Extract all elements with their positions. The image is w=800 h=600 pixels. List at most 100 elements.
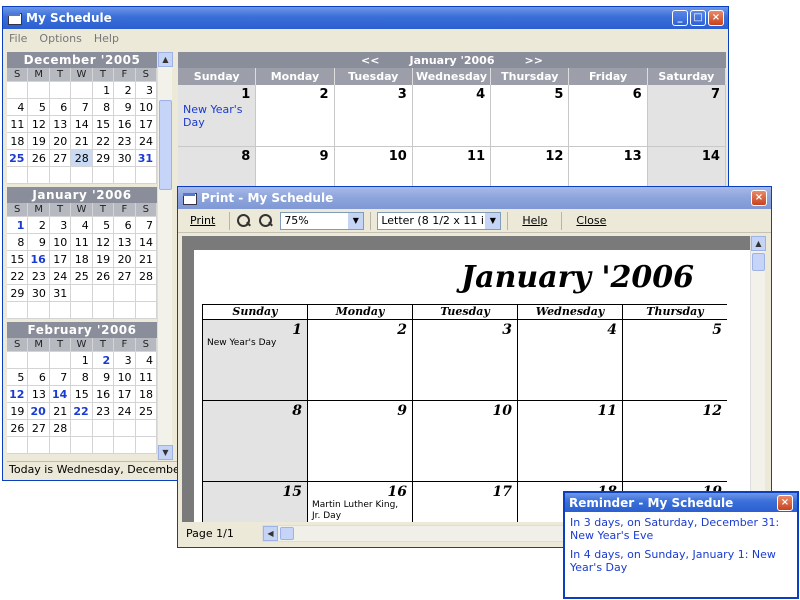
mini-day-cell[interactable]: 13 — [114, 234, 136, 251]
mini-day-cell[interactable]: 2 — [28, 217, 50, 234]
mini-day-cell[interactable]: 16 — [92, 386, 115, 403]
mini-day-cell[interactable]: 29 — [7, 285, 29, 302]
mini-day-cell[interactable]: 31 — [49, 285, 72, 302]
mini-day-cell[interactable]: 5 — [7, 369, 29, 386]
mini-day-cell[interactable]: 14 — [135, 234, 157, 251]
mini-day-cell[interactable]: 6 — [49, 99, 72, 116]
day-cell[interactable]: 2 — [256, 85, 335, 147]
mini-day-cell[interactable]: 5 — [92, 217, 115, 234]
mini-day-cell[interactable]: 23 — [114, 133, 136, 150]
preview-vscroll[interactable]: ▲ ▼ — [750, 236, 766, 522]
day-cell[interactable]: 3 — [334, 85, 413, 147]
zoom-out-icon[interactable] — [236, 213, 252, 229]
minimize-button[interactable]: _ — [672, 10, 688, 26]
mini-day-cell[interactable]: 27 — [49, 150, 72, 167]
day-cell[interactable]: 7 — [647, 85, 726, 147]
mini-day-cell[interactable]: 6 — [114, 217, 136, 234]
mini-day-cell[interactable]: 25 — [71, 268, 93, 285]
mini-day-cell[interactable]: 7 — [49, 369, 72, 386]
mini-day-cell[interactable]: 20 — [114, 251, 136, 268]
paper-select[interactable]: Letter (8 1/2 x 11 in) ▼ — [377, 211, 502, 230]
mini-day-cell[interactable]: 7 — [135, 217, 157, 234]
mini-day-cell[interactable]: 18 — [7, 133, 29, 150]
print-button[interactable]: Print — [182, 212, 223, 229]
prev-month-button[interactable]: << — [361, 54, 379, 67]
zoom-in-icon[interactable] — [258, 213, 274, 229]
mini-day-cell[interactable]: 4 — [7, 99, 29, 116]
mini-day-cell[interactable]: 3 — [135, 82, 157, 99]
mini-day-cell[interactable]: 30 — [114, 150, 136, 167]
menu-file[interactable]: File — [9, 32, 27, 45]
mini-day-cell[interactable]: 2 — [92, 352, 115, 369]
scroll-left-icon[interactable]: ◀ — [263, 526, 278, 541]
menu-options[interactable]: Options — [39, 32, 81, 45]
mini-day-cell[interactable]: 14 — [71, 116, 93, 133]
mini-day-cell[interactable]: 25 — [135, 403, 157, 420]
mini-day-cell[interactable]: 8 — [92, 99, 115, 116]
mini-day-cell[interactable]: 23 — [92, 403, 115, 420]
mini-day-cell[interactable]: 18 — [71, 251, 93, 268]
mini-day-cell[interactable]: 17 — [49, 251, 72, 268]
mini-day-cell[interactable]: 15 — [7, 251, 29, 268]
mini-day-cell[interactable]: 12 — [92, 234, 115, 251]
mini-day-cell[interactable]: 10 — [49, 234, 72, 251]
print-titlebar[interactable]: Print - My Schedule × — [178, 187, 771, 209]
mini-day-cell[interactable]: 10 — [114, 369, 136, 386]
mini-day-cell[interactable]: 11 — [7, 116, 29, 133]
mini-day-cell[interactable]: 9 — [92, 369, 115, 386]
day-cell[interactable]: 6 — [569, 85, 648, 147]
mini-day-cell[interactable]: 16 — [114, 116, 136, 133]
mini-day-cell[interactable]: 27 — [28, 420, 50, 437]
mini-day-cell[interactable]: 3 — [114, 352, 136, 369]
scroll-up-icon[interactable]: ▲ — [751, 236, 766, 251]
scroll-thumb[interactable] — [752, 253, 765, 271]
mini-day-cell[interactable]: 6 — [28, 369, 50, 386]
mini-day-cell[interactable]: 11 — [135, 369, 157, 386]
menu-help[interactable]: Help — [94, 32, 119, 45]
mini-day-cell[interactable]: 21 — [49, 403, 72, 420]
mini-day-cell[interactable]: 26 — [28, 150, 50, 167]
mini-day-cell[interactable]: 20 — [49, 133, 72, 150]
mini-day-cell[interactable]: 17 — [135, 116, 157, 133]
mini-day-cell[interactable]: 15 — [71, 386, 93, 403]
mini-scrollbar[interactable]: ▲ ▼ — [157, 52, 173, 460]
mini-day-cell[interactable]: 18 — [135, 386, 157, 403]
mini-day-cell[interactable]: 23 — [28, 268, 50, 285]
scroll-thumb[interactable] — [280, 527, 294, 540]
mini-day-cell[interactable]: 22 — [92, 133, 115, 150]
mini-day-cell[interactable]: 19 — [92, 251, 115, 268]
mini-day-cell[interactable]: 24 — [49, 268, 72, 285]
reminder-titlebar[interactable]: Reminder - My Schedule × — [565, 493, 797, 512]
mini-day-cell[interactable]: 1 — [92, 82, 115, 99]
mini-day-cell[interactable]: 1 — [7, 217, 29, 234]
mini-day-cell[interactable]: 28 — [49, 420, 72, 437]
mini-day-cell[interactable]: 26 — [92, 268, 115, 285]
mini-day-cell[interactable]: 17 — [114, 386, 136, 403]
day-cell[interactable]: 4 — [412, 85, 492, 147]
mini-day-cell[interactable]: 25 — [7, 150, 29, 167]
mini-day-cell[interactable]: 11 — [71, 234, 93, 251]
print-close-button[interactable]: × — [751, 190, 767, 206]
mini-day-cell[interactable]: 28 — [135, 268, 157, 285]
next-month-button[interactable]: >> — [525, 54, 543, 67]
maximize-button[interactable]: □ — [690, 10, 706, 26]
mini-day-cell[interactable]: 21 — [135, 251, 157, 268]
mini-day-cell[interactable]: 30 — [28, 285, 50, 302]
mini-day-cell[interactable]: 24 — [135, 133, 157, 150]
mini-day-cell[interactable]: 19 — [28, 133, 50, 150]
mini-day-cell[interactable]: 13 — [49, 116, 72, 133]
mini-day-cell[interactable]: 4 — [135, 352, 157, 369]
mini-day-cell[interactable]: 15 — [92, 116, 115, 133]
help-button[interactable]: Help — [514, 212, 555, 229]
mini-day-cell[interactable]: 8 — [71, 369, 93, 386]
mini-day-cell[interactable]: 4 — [71, 217, 93, 234]
mini-day-cell[interactable]: 12 — [28, 116, 50, 133]
mini-day-cell[interactable]: 1 — [71, 352, 93, 369]
mini-day-cell[interactable]: 9 — [114, 99, 136, 116]
mini-day-cell[interactable]: 7 — [71, 99, 93, 116]
mini-day-cell[interactable]: 10 — [135, 99, 157, 116]
main-titlebar[interactable]: My Schedule _ □ × — [3, 7, 728, 29]
zoom-select[interactable]: 75% ▼ — [280, 211, 365, 230]
mini-day-cell[interactable]: 29 — [92, 150, 115, 167]
mini-day-cell[interactable]: 24 — [114, 403, 136, 420]
